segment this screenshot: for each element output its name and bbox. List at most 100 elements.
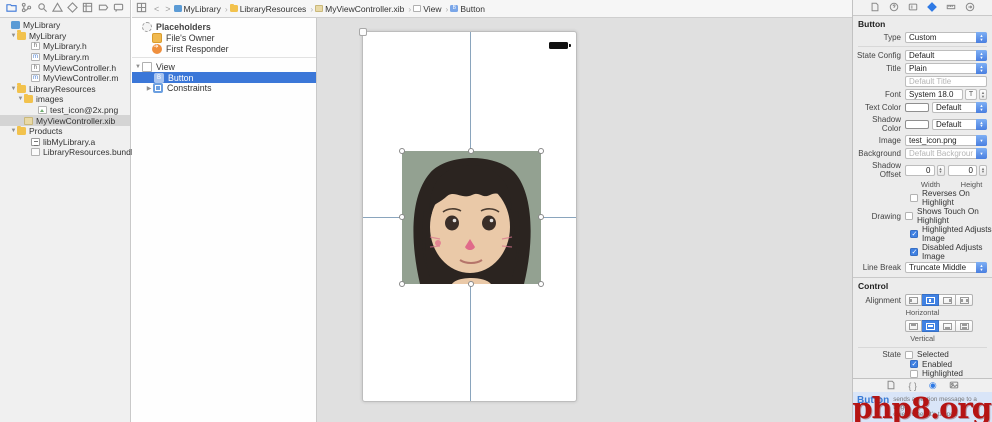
disclosure-triangle[interactable]: ▼ bbox=[10, 33, 17, 39]
disclosure-triangle[interactable]: ▼ bbox=[134, 64, 142, 70]
shadow-color-dropdown[interactable]: Default ▲ ▼ bbox=[932, 118, 987, 130]
shadow-offset-height-stepper[interactable]: ▲ ▼ bbox=[979, 164, 987, 176]
tree-row-file[interactable]: libMyLibrary.a bbox=[0, 137, 130, 148]
tree-row-project[interactable]: MyLibrary bbox=[0, 20, 130, 31]
view-controller-dot[interactable] bbox=[359, 28, 367, 36]
shadow-offset-height-field[interactable]: 0 bbox=[947, 164, 977, 176]
shadow-color-well[interactable] bbox=[905, 119, 929, 129]
background-combo[interactable]: Default Background Image▼ bbox=[905, 148, 987, 159]
code-snippet-library-icon[interactable]: { } bbox=[908, 381, 917, 391]
library-bar: { } ◉ bbox=[853, 378, 992, 392]
shadow-offset-width-field[interactable]: 0 bbox=[905, 164, 935, 176]
object-library-icon[interactable]: ◉ bbox=[929, 380, 937, 391]
breadcrumb-button[interactable]: B Button bbox=[450, 4, 485, 14]
resize-handle[interactable] bbox=[399, 148, 405, 154]
control-section-header: Control bbox=[858, 281, 889, 291]
tree-row-file[interactable]: m MyLibrary.m bbox=[0, 52, 130, 63]
align-middle-segment[interactable] bbox=[922, 320, 939, 332]
align-left-segment[interactable] bbox=[905, 294, 922, 306]
font-field[interactable]: System 18.0 bbox=[905, 89, 963, 100]
source-control-icon[interactable] bbox=[21, 0, 32, 18]
outline-button-selected[interactable]: B Button bbox=[132, 72, 316, 83]
debug-icon[interactable] bbox=[82, 0, 93, 18]
align-justify-segment[interactable] bbox=[956, 294, 973, 306]
title-text-field[interactable]: Default Title bbox=[905, 76, 987, 87]
identity-inspector-icon[interactable] bbox=[908, 2, 918, 14]
disclosure-triangle[interactable]: ▶ bbox=[145, 85, 153, 92]
image-combo[interactable]: test_icon.png ▼ bbox=[905, 135, 987, 146]
breadcrumb-group[interactable]: LibraryResources bbox=[229, 3, 306, 14]
state-config-dropdown[interactable]: Default ▲ ▼ bbox=[905, 50, 987, 61]
state-highlighted-checkbox[interactable] bbox=[910, 369, 918, 378]
resize-handle[interactable] bbox=[399, 281, 405, 287]
disabled-adjusts-image-checkbox[interactable] bbox=[910, 248, 918, 256]
outline-files-owner[interactable]: File's Owner bbox=[132, 33, 316, 44]
tree-row-file[interactable]: h MyViewController.h bbox=[0, 62, 130, 73]
resize-handle[interactable] bbox=[468, 148, 474, 154]
resize-handle[interactable] bbox=[538, 148, 544, 154]
breadcrumb-project[interactable]: MyLibrary bbox=[173, 4, 221, 14]
issues-icon[interactable] bbox=[51, 0, 63, 18]
reports-icon[interactable] bbox=[113, 0, 124, 18]
tree-row-folder[interactable]: ▼ Products bbox=[0, 125, 130, 137]
outline-placeholders[interactable]: Placeholders bbox=[132, 22, 316, 33]
connections-inspector-icon[interactable] bbox=[965, 2, 975, 14]
disclosure-triangle[interactable]: ▼ bbox=[17, 96, 24, 102]
back-button[interactable]: < bbox=[154, 4, 159, 14]
title-dropdown[interactable]: Plain ▲ ▼ bbox=[905, 63, 987, 74]
font-size-stepper[interactable]: ▲ ▼ bbox=[979, 89, 987, 100]
tree-row-file[interactable]: h MyLibrary.h bbox=[0, 41, 130, 52]
align-fill-segment[interactable] bbox=[956, 320, 973, 332]
button-image[interactable] bbox=[399, 148, 544, 287]
outline-constraints[interactable]: ▶ Constraints bbox=[132, 83, 316, 94]
line-break-dropdown[interactable]: Truncate Middle ▲ ▼ bbox=[905, 262, 987, 273]
resize-handle[interactable] bbox=[399, 214, 405, 220]
shows-touch-on-highlight-checkbox[interactable] bbox=[905, 212, 913, 220]
font-picker-button[interactable]: T bbox=[965, 89, 977, 100]
align-bottom-segment[interactable] bbox=[939, 320, 956, 332]
breadcrumb-file[interactable]: MyViewController.xib bbox=[315, 4, 404, 14]
attributes-inspector-icon[interactable] bbox=[927, 1, 937, 14]
align-top-segment[interactable] bbox=[905, 320, 922, 332]
type-dropdown[interactable]: Custom ▲ ▼ bbox=[905, 32, 987, 43]
tree-row-file[interactable]: m MyViewController.m bbox=[0, 73, 130, 84]
search-icon[interactable] bbox=[37, 0, 48, 18]
text-color-dropdown[interactable]: Default ▲ ▼ bbox=[932, 102, 987, 113]
align-right-segment[interactable] bbox=[939, 294, 956, 306]
resize-handle[interactable] bbox=[468, 281, 474, 287]
resize-handle[interactable] bbox=[538, 214, 544, 220]
view-controller-canvas[interactable] bbox=[359, 28, 577, 402]
ib-canvas[interactable] bbox=[317, 18, 852, 422]
disclosure-triangle[interactable]: ▼ bbox=[10, 128, 17, 134]
project-navigator-icon[interactable] bbox=[6, 0, 17, 18]
state-selected-checkbox[interactable] bbox=[905, 350, 913, 359]
align-center-segment[interactable] bbox=[922, 294, 939, 306]
outline-first-responder[interactable]: First Responder bbox=[132, 43, 316, 55]
file-inspector-icon[interactable] bbox=[870, 2, 880, 14]
outline-view[interactable]: ▼ View bbox=[132, 61, 316, 72]
related-items-icon[interactable] bbox=[136, 2, 151, 15]
tests-icon[interactable] bbox=[67, 0, 78, 18]
disclosure-triangle[interactable]: ▼ bbox=[10, 86, 17, 92]
shadow-offset-width-stepper[interactable]: ▲ ▼ bbox=[936, 164, 945, 176]
state-enabled-checkbox[interactable] bbox=[910, 360, 918, 369]
tree-row-file[interactable]: LibraryResources.bundle bbox=[0, 147, 138, 158]
tree-row-file[interactable]: test_icon@2x.png bbox=[0, 105, 130, 116]
media-library-icon[interactable] bbox=[949, 380, 959, 392]
tree-row-folder[interactable]: ▼ images bbox=[0, 93, 130, 105]
help-inspector-icon[interactable] bbox=[889, 2, 899, 14]
editor-area: < > MyLibrary › LibraryResources › MyViewC… bbox=[132, 0, 852, 422]
tree-row-file-selected[interactable]: MyViewController.xib bbox=[0, 115, 130, 126]
breadcrumb-view[interactable]: View bbox=[413, 4, 442, 14]
dropdown-arrows-icon: ▲▼ bbox=[976, 262, 987, 273]
size-inspector-icon[interactable] bbox=[946, 2, 956, 14]
file-template-library-icon[interactable] bbox=[886, 380, 896, 392]
highlighted-adjusts-image-checkbox[interactable] bbox=[910, 230, 918, 238]
reverses-on-highlight-checkbox[interactable] bbox=[910, 194, 918, 202]
tree-row-folder[interactable]: ▼ LibraryResources bbox=[0, 83, 130, 95]
tree-row-folder[interactable]: ▼ MyLibrary bbox=[0, 30, 130, 42]
forward-button[interactable]: > bbox=[165, 4, 170, 14]
resize-handle[interactable] bbox=[538, 281, 544, 287]
breakpoints-icon[interactable] bbox=[98, 0, 109, 18]
text-color-well[interactable] bbox=[905, 103, 929, 112]
